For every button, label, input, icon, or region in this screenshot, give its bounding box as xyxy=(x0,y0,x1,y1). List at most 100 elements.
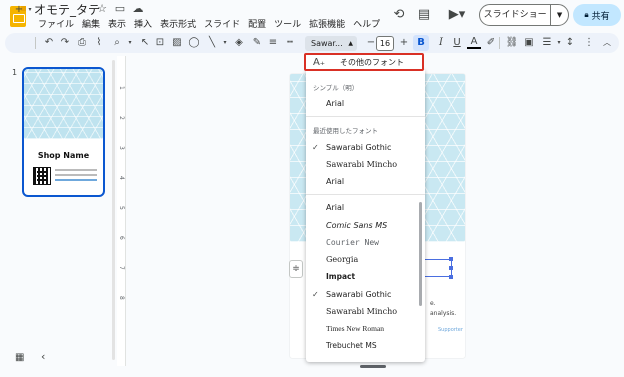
font-option-arial[interactable]: Arial xyxy=(306,96,418,112)
more-fonts-button[interactable]: A₊ その他のフォント xyxy=(304,53,424,71)
line-dropdown-icon[interactable]: ▾ xyxy=(218,35,232,51)
slide-text-fragment: analysis. xyxy=(430,310,457,317)
grid-view-icon[interactable]: ▦ xyxy=(15,352,24,363)
lock-icon: 🔒︎ xyxy=(584,10,589,19)
check-icon: ✓ xyxy=(312,143,319,152)
slideshow-label[interactable]: スライドショー xyxy=(480,5,552,25)
font-family-select[interactable]: Sawar... ▲ xyxy=(305,36,357,51)
font-option-times-new-roman[interactable]: Times New Roman xyxy=(306,321,418,337)
menu-arrange[interactable]: 配置 xyxy=(244,17,270,30)
filmstrip-scrollbar[interactable] xyxy=(112,60,115,360)
resize-handle[interactable] xyxy=(449,275,453,279)
select-cursor-icon[interactable]: ↖ xyxy=(138,35,152,51)
share-label: 共有 xyxy=(591,11,610,22)
font-option-sawarabi-mincho[interactable]: Sawarabi Mincho xyxy=(306,304,418,320)
shape-icon[interactable]: ◯ xyxy=(187,35,201,51)
font-option-arial[interactable]: Arial xyxy=(306,174,418,190)
zoom-dropdown-icon[interactable]: ▾ xyxy=(123,35,137,51)
move-folder-icon[interactable]: ▭ xyxy=(114,2,126,15)
vertical-ruler: 123 456 78 xyxy=(117,56,126,366)
more-options-icon[interactable]: ⋮ xyxy=(582,35,596,51)
font-size-input[interactable]: 16 xyxy=(376,36,394,51)
border-color-icon[interactable]: ✎ xyxy=(250,35,264,51)
font-option-arial[interactable]: Arial xyxy=(306,200,418,216)
font-option-georgia[interactable]: Georgia xyxy=(306,252,418,268)
menu-edit[interactable]: 編集 xyxy=(78,17,104,30)
font-option-courier-new[interactable]: Courier New xyxy=(306,235,418,251)
menu-bar: ファイル 編集 表示 挿入 表示形式 スライド 配置 ツール 拡張機能 ヘルプ xyxy=(34,17,384,30)
font-option-sawarabi-gothic[interactable]: ✓ Sawarabi Gothic xyxy=(306,140,418,156)
section-heading-simple: シンプル（明） xyxy=(313,84,359,92)
font-dropdown-menu: シンプル（明） Arial 最近使用したフォント ✓ Sawarabi Goth… xyxy=(306,70,425,362)
menu-extensions[interactable]: 拡張機能 xyxy=(305,17,349,30)
redo-icon[interactable]: ↷ xyxy=(58,35,72,51)
line-spacing-icon[interactable]: ↕ xyxy=(563,35,577,51)
menu-slide[interactable]: スライド xyxy=(200,17,244,30)
document-title[interactable]: オモテ_タテ xyxy=(34,1,100,18)
collapse-toolbar-icon[interactable]: ︿ xyxy=(600,35,614,51)
chevron-left-icon[interactable]: ‹ xyxy=(41,350,45,363)
add-comment-icon[interactable]: ▣ xyxy=(522,35,536,51)
border-dash-icon[interactable]: ┅ xyxy=(283,35,297,51)
chevron-down-icon[interactable]: ▼ xyxy=(551,11,568,19)
bold-button[interactable]: B xyxy=(413,35,429,51)
share-button[interactable]: 🔒︎ 共有 xyxy=(573,4,621,26)
font-add-icon: A₊ xyxy=(312,56,326,68)
menu-help[interactable]: ヘルプ xyxy=(349,17,384,30)
menu-format[interactable]: 表示形式 xyxy=(156,17,200,30)
font-option-impact[interactable]: Impact xyxy=(306,269,418,285)
slideshow-button[interactable]: スライドショー ▼ xyxy=(479,4,569,26)
check-icon: ✓ xyxy=(312,290,319,299)
toolbar-divider xyxy=(35,37,36,49)
new-slide-dropdown-icon[interactable]: ▾ xyxy=(23,2,37,18)
star-icon[interactable]: ☆ xyxy=(96,2,108,15)
menu-scrollbar[interactable] xyxy=(419,202,422,306)
history-icon[interactable]: ⟲ xyxy=(390,6,408,24)
fill-color-icon[interactable]: ◈ xyxy=(232,35,246,51)
comments-icon[interactable]: ▤ xyxy=(415,6,433,24)
menu-insert[interactable]: 挿入 xyxy=(130,17,156,30)
font-option-sawarabi-mincho[interactable]: Sawarabi Mincho xyxy=(306,157,418,173)
undo-icon[interactable]: ↶ xyxy=(42,35,56,51)
slide-text-fragment: Supporter xyxy=(438,327,463,333)
canvas-scrollbar[interactable] xyxy=(360,365,386,368)
cloud-status-icon[interactable]: ☁ xyxy=(132,2,144,15)
font-option-label: Sawarabi Gothic xyxy=(326,143,392,152)
chevron-down-icon: ▲ xyxy=(348,40,353,47)
text-color-button[interactable]: A xyxy=(467,35,481,49)
thumbnail-pattern xyxy=(24,69,103,139)
border-weight-icon[interactable]: ≡ xyxy=(266,35,280,51)
text-box-icon[interactable]: ⊡ xyxy=(153,35,167,51)
font-option-comic-sans[interactable]: Comic Sans MS xyxy=(306,218,418,234)
paint-format-icon[interactable]: ⌇ xyxy=(92,35,106,51)
font-option-trebuchet[interactable]: Trebuchet MS xyxy=(306,338,418,354)
slide-thumbnail[interactable]: Shop Name xyxy=(22,67,105,197)
font-option-label: Sawarabi Gothic xyxy=(326,290,392,299)
menu-view[interactable]: 表示 xyxy=(104,17,130,30)
print-icon[interactable]: ⎙ xyxy=(75,35,89,51)
resize-handle[interactable] xyxy=(449,257,453,261)
font-family-value: Sawar... xyxy=(311,39,343,48)
line-icon[interactable]: ╲ xyxy=(205,35,219,51)
italic-button[interactable]: I xyxy=(434,35,448,51)
section-heading-recent: 最近使用したフォント xyxy=(313,127,378,135)
image-icon[interactable]: ▨ xyxy=(170,35,184,51)
underline-button[interactable]: U xyxy=(450,35,464,51)
zoom-icon[interactable]: ⌕ xyxy=(110,35,124,51)
font-option-sawarabi-gothic[interactable]: ✓ Sawarabi Gothic xyxy=(306,287,418,303)
insert-link-icon[interactable]: ⛓ xyxy=(505,35,519,51)
selection-box[interactable] xyxy=(424,259,452,277)
slide-text-fragment: e. xyxy=(430,300,436,307)
menu-divider xyxy=(306,116,425,117)
qr-code-image xyxy=(33,167,51,185)
align-options-icon[interactable]: ≑ xyxy=(289,260,303,278)
increase-font-size-icon[interactable]: + xyxy=(397,35,411,51)
menu-tools[interactable]: ツール xyxy=(270,17,305,30)
title-icons: ☆ ▭ ☁ xyxy=(96,2,144,15)
highlight-color-icon[interactable]: ✐ xyxy=(484,35,498,51)
meet-icon[interactable]: ▶▾ xyxy=(444,6,470,24)
menu-file[interactable]: ファイル xyxy=(34,17,78,30)
thumbnail-text-lines xyxy=(55,169,97,184)
resize-handle[interactable] xyxy=(449,266,453,270)
more-fonts-label: その他のフォント xyxy=(340,57,404,67)
